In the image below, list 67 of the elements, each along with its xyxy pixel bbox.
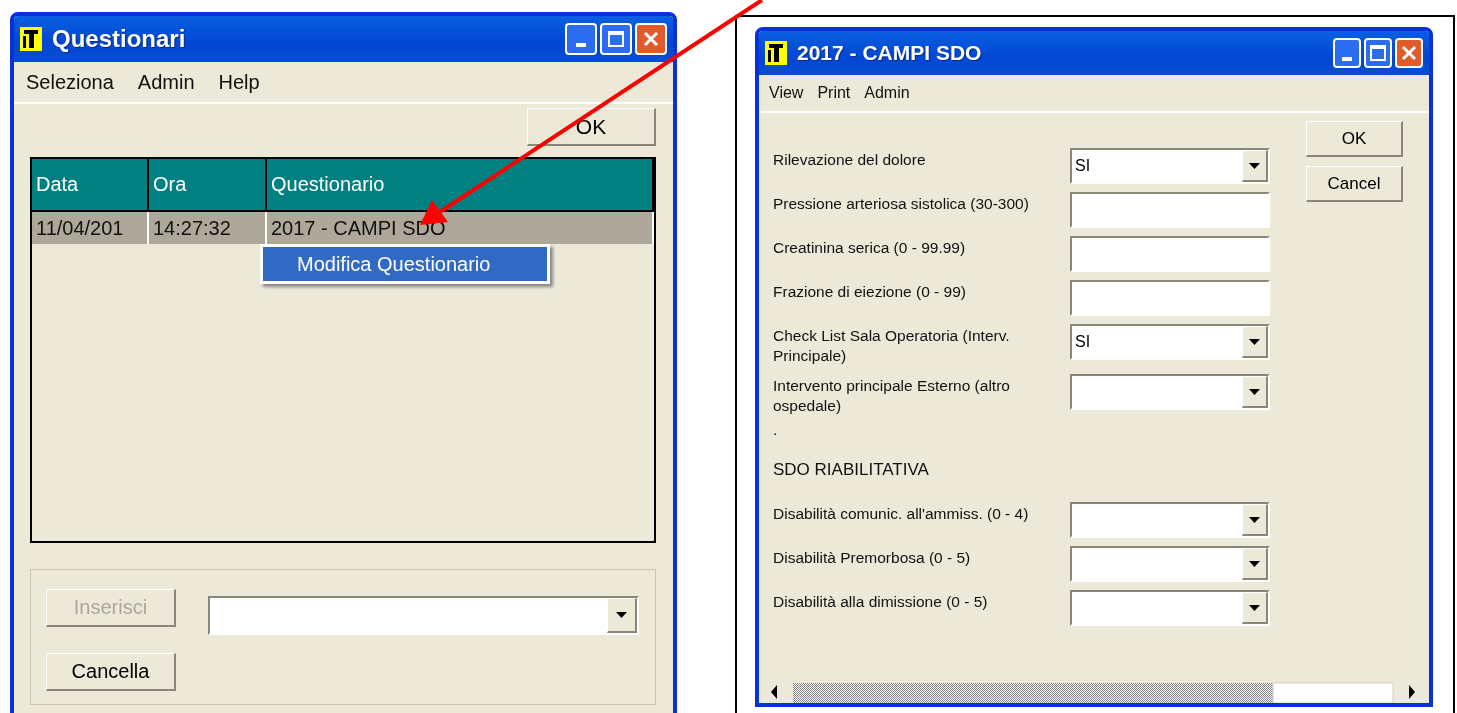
column-header[interactable]: Data [32, 159, 149, 212]
dropdown-button[interactable] [1242, 150, 1268, 182]
caret-icon [1249, 560, 1260, 567]
field-label: Check List Sala Operatoria (Interv. Principale) [773, 326, 1011, 366]
menu-item[interactable]: Seleziona [26, 70, 114, 94]
dropdown-button[interactable] [1242, 548, 1268, 580]
dropdown-field[interactable]: SI [1070, 324, 1270, 360]
field-label: Disabilità comunic. all'ammiss. (0 - 4) [773, 504, 1030, 524]
dropdown-button[interactable] [607, 598, 637, 633]
dropdown-field[interactable] [1070, 546, 1270, 582]
action-button[interactable]: Cancella [46, 653, 176, 691]
minimize-icon [576, 43, 586, 47]
window-title: 2017 - CAMPI SDO [797, 41, 983, 65]
window-title: Questionari [52, 25, 187, 53]
dropdown-button[interactable] [1242, 326, 1268, 358]
column-header[interactable]: Questionario [267, 159, 654, 212]
minimize-icon [1342, 57, 1352, 61]
minimize-button[interactable] [1333, 38, 1361, 68]
dialog-button[interactable]: OK [1306, 121, 1403, 157]
dialog-button[interactable]: Cancel [1306, 166, 1403, 202]
caret-icon [1249, 516, 1260, 523]
dropdown-field[interactable]: SI [1070, 148, 1270, 184]
field-label: Disabilità alla dimissione (0 - 5) [773, 592, 989, 612]
field-label: Intervento principale Esterno (altro ospedale) [773, 376, 1011, 416]
menu-item[interactable]: Admin [864, 84, 910, 102]
app-icon [20, 27, 42, 51]
field-label: Creatinina serica (0 - 99.99) [773, 238, 967, 258]
close-icon [643, 31, 659, 47]
menu-item[interactable]: Modifica Questionario [263, 247, 547, 281]
input-field[interactable] [1070, 192, 1270, 228]
caret-icon [1249, 604, 1260, 611]
table-cell[interactable]: 11/04/201 [32, 212, 149, 244]
minimize-button[interactable] [565, 23, 597, 55]
dropdown-field[interactable] [1070, 502, 1270, 538]
column-header[interactable]: Ora [149, 159, 267, 212]
dropdown-button[interactable] [1242, 504, 1268, 536]
ok-button[interactable]: OK [527, 108, 656, 146]
close-button[interactable] [635, 23, 667, 55]
dropdown-button[interactable] [1242, 376, 1268, 408]
maximize-button[interactable] [1364, 38, 1392, 68]
caret-icon [1249, 338, 1260, 345]
menu-item[interactable]: Help [218, 70, 260, 94]
input-field[interactable] [1070, 236, 1270, 272]
close-icon [1401, 45, 1417, 61]
menu-item[interactable]: Admin [137, 70, 195, 94]
dropdown-field[interactable] [1070, 374, 1270, 410]
field-label: Rilevazione del dolore [773, 150, 927, 170]
field-label: Pressione arteriosa sistolica (30-300) [773, 194, 1030, 214]
input-field[interactable] [1070, 280, 1270, 316]
maximize-icon [1370, 45, 1386, 61]
field-label: Frazione di eiezione (0 - 99) [773, 282, 967, 302]
close-button[interactable] [1395, 38, 1423, 68]
menu-item[interactable]: Print [817, 84, 851, 102]
dropdown-field[interactable] [208, 596, 639, 635]
caret-icon [616, 612, 627, 618]
dropdown-field[interactable] [1070, 590, 1270, 626]
app-icon [765, 41, 787, 65]
menu-item[interactable]: View [769, 84, 804, 102]
maximize-icon [608, 31, 624, 47]
note-text: . [773, 424, 779, 440]
table-cell[interactable]: 14:27:32 [149, 212, 267, 244]
section-title: SDO RIABILITATIVA [773, 460, 930, 480]
caret-icon [1249, 162, 1260, 169]
field-label: Disabilità Premorbosa (0 - 5) [773, 548, 972, 568]
dropdown-button[interactable] [1242, 592, 1268, 624]
maximize-button[interactable] [600, 23, 632, 55]
caret-icon [1249, 388, 1260, 395]
